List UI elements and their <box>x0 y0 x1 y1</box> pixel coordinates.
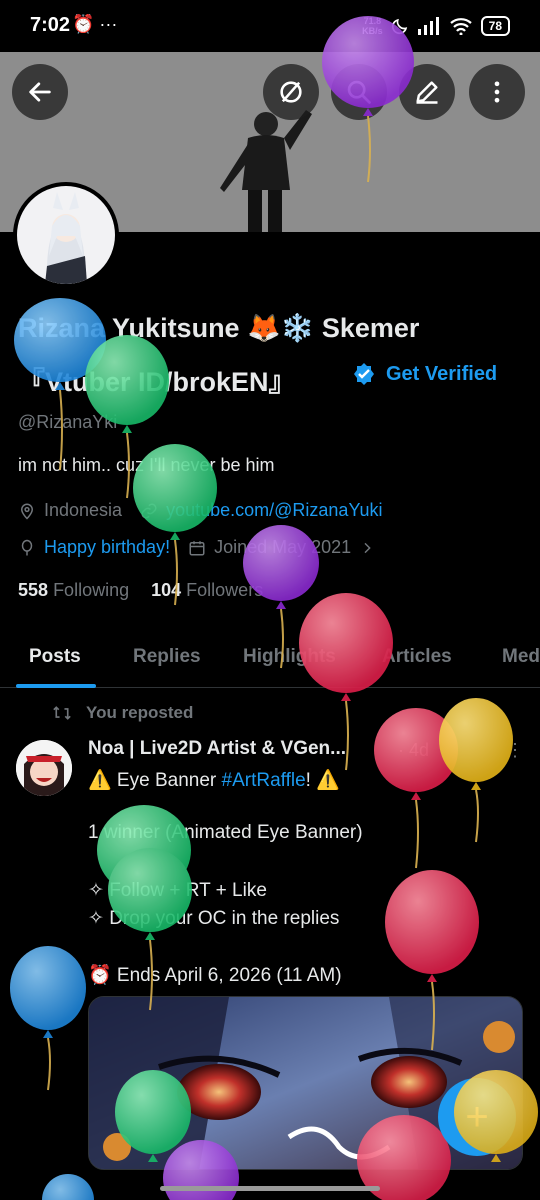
tab-replies[interactable]: Replies <box>133 646 201 668</box>
joined-item[interactable]: Joined May 2021 <box>188 537 375 558</box>
balloon-blue-3 <box>42 1174 94 1200</box>
status-time: 7:02 <box>30 14 71 36</box>
profile-meta-row-1: Indonesia youtube.com/@RizanaYuki <box>18 500 400 521</box>
website-item[interactable]: youtube.com/@RizanaYuki <box>140 500 382 521</box>
back-arrow-icon <box>29 82 51 102</box>
post-line1-prefix: ⚠️ Eye Banner <box>88 770 222 791</box>
status-bar: 7:02 ⏰ ··· 71.8 KB/s 78 <box>0 0 540 52</box>
repost-icon <box>53 706 71 720</box>
repost-indicator: You reposted <box>52 703 193 723</box>
location-text: Indonesia <box>44 500 123 520</box>
profile-avatar[interactable] <box>13 182 119 288</box>
plus-icon: + <box>465 1094 489 1139</box>
tab-posts[interactable]: Posts <box>29 646 81 668</box>
tab-highlights[interactable]: Highlights <box>243 646 336 668</box>
profile-display-name-line2: 『Vtuber ID/brokEN』 <box>18 367 296 397</box>
post-text-line2: 1 winner (Animated Eye Banner) <box>88 822 363 843</box>
wifi-icon <box>449 18 472 35</box>
tab-articles[interactable]: Articles <box>382 646 452 668</box>
grok-icon <box>280 81 302 103</box>
more-vertical-icon <box>494 81 500 103</box>
tab-media[interactable]: Media <box>502 646 540 668</box>
chevron-right-icon <box>364 542 371 553</box>
birthday-text[interactable]: Happy birthday! <box>44 537 170 558</box>
post-timestamp: · 4d <box>398 740 430 760</box>
avatar-image <box>17 186 115 284</box>
followers-label: Followers <box>186 580 264 600</box>
grok-button[interactable] <box>263 64 319 120</box>
location-item: Indonesia <box>18 500 122 521</box>
link-icon <box>141 503 157 518</box>
search-button[interactable] <box>331 64 387 120</box>
follow-stats: 558 Following 104 Followers <box>18 580 263 601</box>
birthday-item[interactable]: Happy birthday! <box>18 537 170 558</box>
post-more-button[interactable]: ⋮ <box>506 740 524 761</box>
balloon-icon <box>21 539 33 555</box>
home-indicator[interactable] <box>160 1186 380 1191</box>
net-speed: 71.8 KB/s <box>362 16 383 36</box>
post-text-line3: ✧ Follow + RT + Like <box>88 880 267 901</box>
back-button[interactable] <box>12 64 68 120</box>
get-verified-label: Get Verified <box>386 362 498 385</box>
post-author-name[interactable]: Noa | Live2D Artist & VGen... <box>88 738 346 760</box>
profile-display-name: Rizana Yukitsune 🦊❄️ Skemer <box>18 313 420 343</box>
active-tab-indicator <box>16 684 96 688</box>
post-text-line1: ⚠️ Eye Banner #ArtRaffle! ⚠️ <box>88 768 340 792</box>
following-count: 558 <box>18 580 49 600</box>
profile-tabs: Posts Replies Highlights Articles Media <box>0 632 540 688</box>
website-link[interactable]: youtube.com/@RizanaYuki <box>166 500 382 521</box>
verified-badge-icon <box>354 363 374 385</box>
net-speed-value: 71.8 <box>363 16 382 26</box>
post-text-line5: ⏰ Ends April 6, 2026 (11 AM) <box>88 965 342 986</box>
status-right-icons: 71.8 KB/s 78 <box>362 14 510 38</box>
more-options-button[interactable] <box>469 64 525 120</box>
balloon-yellow-1 <box>439 698 513 843</box>
following-stat[interactable]: 558 Following <box>18 580 129 601</box>
followers-stat[interactable]: 104 Followers <box>151 580 263 601</box>
profile-meta-row-2: Happy birthday! Joined May 2021 <box>18 537 393 558</box>
battery-indicator: 78 <box>480 16 510 36</box>
location-pin-icon <box>20 503 34 520</box>
balloon-red-2 <box>374 708 458 869</box>
hashtag-link[interactable]: #ArtRaffle <box>222 770 306 791</box>
search-icon <box>347 80 371 104</box>
repost-label: You reposted <box>86 703 194 722</box>
alarm-icon: ⏰ ··· <box>72 14 118 34</box>
signal-icon <box>417 17 439 35</box>
post-author-avatar[interactable] <box>16 740 72 796</box>
banner-character-figure <box>220 110 312 232</box>
joined-text: Joined May 2021 <box>214 537 352 557</box>
edit-pencil-icon <box>416 81 438 104</box>
balloon-blue-2 <box>10 946 86 1091</box>
net-speed-unit: KB/s <box>362 26 383 36</box>
compose-post-button[interactable]: + <box>438 1078 516 1156</box>
followers-count: 104 <box>151 580 182 600</box>
post-text-line4: ✧ Drop your OC in the replies <box>88 908 340 929</box>
calendar-icon <box>189 540 205 555</box>
edit-profile-button[interactable] <box>399 64 455 120</box>
following-label: Following <box>53 580 130 600</box>
post-line1-suffix: ! ⚠️ <box>305 770 340 791</box>
moon-icon <box>391 18 407 35</box>
get-verified-link[interactable]: Get Verified <box>352 362 497 386</box>
profile-handle: @RizanaYki <box>18 412 118 432</box>
profile-bio: im not him.. cuz I'll never be him <box>18 455 275 475</box>
post-author-avatar-image <box>16 740 72 796</box>
